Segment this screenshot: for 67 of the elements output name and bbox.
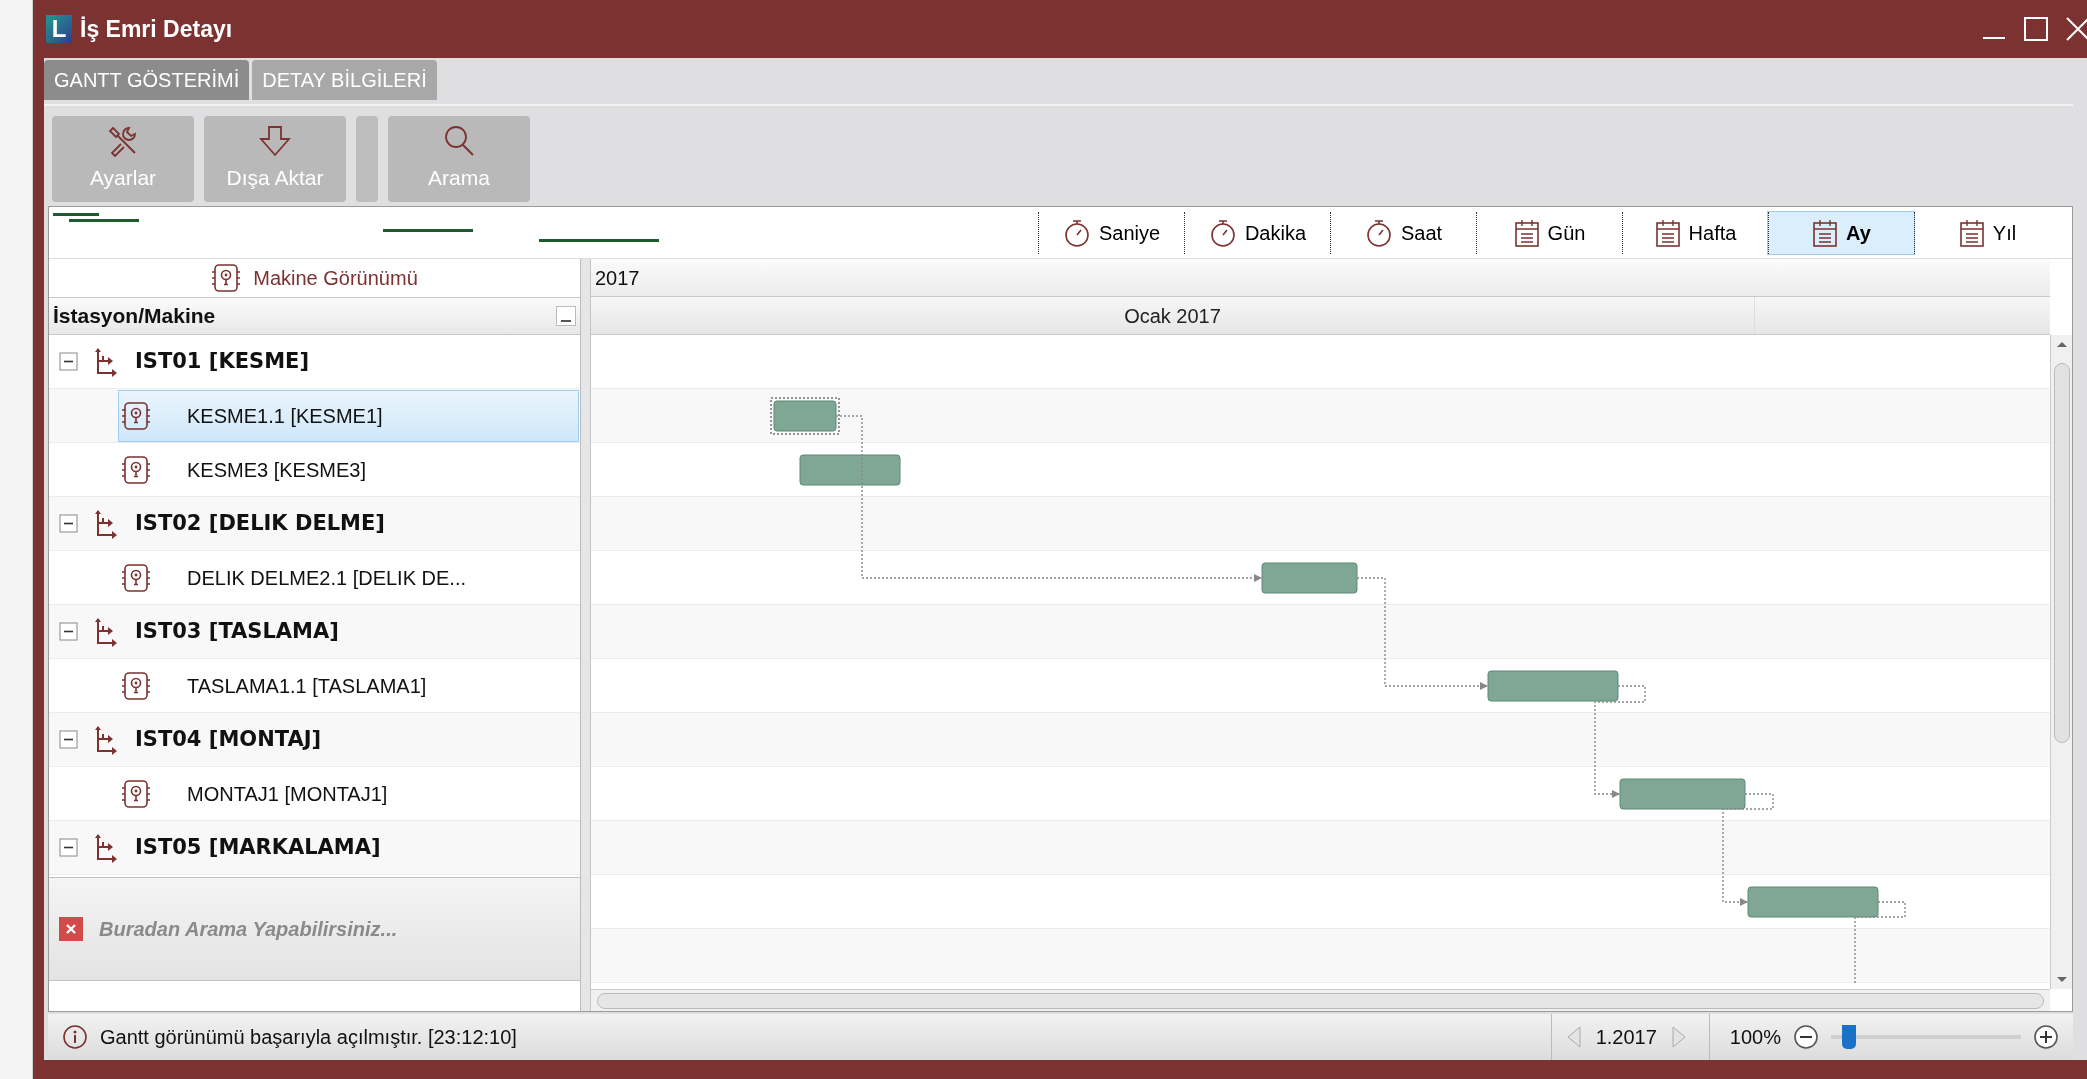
status-message: Gantt görünümü başarıyla açılmıştır. [23:12:10] (100, 1025, 517, 1050)
collapse-icon[interactable] (556, 306, 576, 326)
period-label: 1.2017 (1595, 1025, 1657, 1050)
machine-icon (211, 263, 242, 293)
collapse-icon[interactable] (59, 729, 79, 750)
close-icon[interactable] (2065, 16, 2087, 42)
machine-icon (121, 778, 151, 809)
task-bar[interactable] (770, 397, 840, 435)
station-row[interactable]: IST04 [MONTAJ] (49, 713, 580, 767)
collapse-icon[interactable] (59, 621, 79, 642)
stopwatch-icon (1364, 217, 1393, 248)
time-scale-button[interactable]: Saniye (1038, 211, 1184, 254)
machine-label: MONTAJ1 [MONTAJ1] (187, 781, 388, 807)
machine-icon (121, 400, 151, 431)
download-arrow-icon (257, 124, 293, 159)
machine-icon (121, 562, 151, 593)
stopwatch-icon (1208, 217, 1237, 248)
slider-thumb[interactable] (1841, 1025, 1856, 1049)
collapse-icon[interactable] (59, 837, 79, 858)
panel-title: Makine Görünümü (253, 266, 418, 291)
time-scale-button[interactable]: Saat (1330, 211, 1476, 254)
time-scale-button[interactable]: Dakika (1184, 211, 1330, 254)
time-scale-button[interactable]: Gün (1476, 211, 1622, 254)
maximize-icon[interactable] (2023, 16, 2049, 42)
machine-label: TASLAMA1.1 [TASLAMA1] (187, 673, 427, 699)
station-label: IST03 [TASLAMA] (135, 617, 339, 645)
app-logo: L (46, 15, 72, 43)
machine-row[interactable]: KESME1.1 [KESME1] (119, 390, 578, 441)
collapse-icon[interactable] (59, 351, 79, 372)
time-scale-button[interactable]: Yıl (1914, 211, 2060, 254)
station-row[interactable]: IST05 [MARKALAMA] (49, 821, 580, 875)
calendar-icon (1654, 217, 1681, 248)
zoom-in-icon[interactable] (2033, 1024, 2059, 1050)
info-icon (62, 1024, 88, 1050)
machine-icon (121, 454, 151, 485)
time-scale-button[interactable]: Ay (1768, 211, 1914, 254)
station-label: IST01 [KESME] (135, 347, 309, 375)
calendar-icon (1812, 217, 1839, 248)
zoom-slider[interactable] (1831, 1025, 2021, 1049)
year-header: 2017 (595, 265, 640, 291)
calendar-icon (1513, 217, 1540, 248)
machine-row[interactable]: KESME3 [KESME3] (119, 444, 578, 495)
station-label: IST05 [MARKALAMA] (135, 833, 381, 861)
column-header: İstasyon/Makine (53, 303, 216, 330)
machine-row[interactable]: MONTAJ1 [MONTAJ1] (119, 768, 578, 819)
calendar-icon (1958, 217, 1985, 248)
vertical-scrollbar[interactable] (2050, 335, 2072, 989)
search-bar[interactable]: Buradan Arama Yapabilirsiniz... (49, 877, 580, 981)
machine-label: KESME3 [KESME3] (187, 457, 366, 483)
zoom-label: 100% (1729, 1025, 1781, 1050)
machine-row[interactable]: TASLAMA1.1 [TASLAMA1] (119, 660, 578, 711)
station-row[interactable]: IST02 [DELIK DELME] (49, 497, 580, 551)
month-header: Ocak 2017 (1124, 303, 1221, 329)
window-title: İş Emri Detayı (80, 14, 233, 44)
search-field[interactable]: Buradan Arama Yapabilirsiniz... (99, 914, 580, 944)
station-label: IST04 [MONTAJ] (135, 725, 322, 753)
station-label: IST02 [DELIK DELME] (135, 509, 385, 537)
machine-label: DELIK DELME2.1 [DELIK DE... (187, 565, 466, 591)
zoom-out-icon[interactable] (1793, 1024, 1819, 1050)
collapse-icon[interactable] (59, 513, 79, 534)
clear-search-icon[interactable] (59, 917, 83, 941)
machine-label: KESME1.1 [KESME1] (187, 403, 383, 429)
machine-row[interactable]: DELIK DELME2.1 [DELIK DE... (119, 552, 578, 603)
horizontal-scrollbar[interactable] (591, 989, 2050, 1011)
station-row[interactable]: IST03 [TASLAMA] (49, 605, 580, 659)
stopwatch-icon (1062, 217, 1091, 248)
machine-icon (121, 670, 151, 701)
